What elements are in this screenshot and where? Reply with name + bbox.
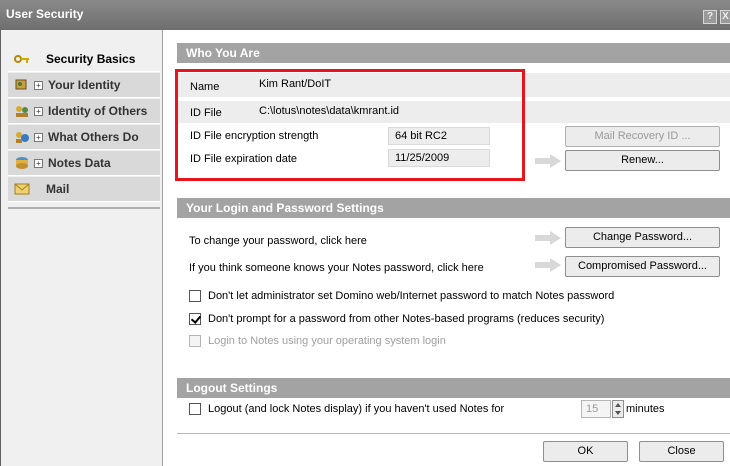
checkbox[interactable]: [189, 313, 201, 325]
window-border: [0, 30, 1, 466]
checkbox-label: Logout (and lock Notes display) if you h…: [208, 403, 505, 415]
data-icon: [14, 156, 30, 170]
arrow-right-icon: [535, 231, 561, 245]
sidebar-item-label: Security Basics: [46, 52, 136, 66]
sidebar-item-label: Notes Data: [48, 156, 111, 170]
arrow-right-icon: [535, 258, 561, 272]
window-title: User Security: [6, 7, 84, 21]
sidebar: Security Basics + Your Identity + Identi…: [8, 40, 160, 466]
people-gear-icon: [14, 130, 30, 144]
minutes-stepper[interactable]: [612, 400, 624, 418]
renew-button[interactable]: Renew...: [565, 150, 720, 171]
compromised-password-button[interactable]: Compromised Password...: [565, 256, 720, 277]
sidebar-item-notes-data[interactable]: + Notes Data: [8, 151, 160, 176]
expand-icon[interactable]: +: [34, 158, 43, 168]
sidebar-item-identity-of-others[interactable]: + Identity of Others: [8, 99, 160, 124]
expand-icon[interactable]: +: [34, 106, 43, 116]
envelope-icon: [14, 182, 30, 196]
minutes-input[interactable]: 15: [581, 400, 611, 418]
spin-arrows-icon: [615, 403, 621, 415]
sidebar-divider: [8, 207, 160, 209]
sidebar-item-label: What Others Do: [48, 130, 139, 144]
arrow-right-icon: [535, 154, 561, 168]
option-logout-idle[interactable]: Logout (and lock Notes display) if you h…: [189, 401, 504, 417]
people-icon: [14, 104, 30, 118]
checkbox-label: Don't let administrator set Domino web/I…: [208, 290, 615, 302]
compromised-password-text: If you think someone knows your Notes pa…: [189, 262, 484, 274]
close-icon[interactable]: X: [720, 10, 730, 24]
highlight-box: [175, 69, 525, 181]
sidebar-item-what-others-do[interactable]: + What Others Do: [8, 125, 160, 150]
section-header-logout: Logout Settings: [177, 378, 730, 398]
option-dont-sync-web-password[interactable]: Don't let administrator set Domino web/I…: [189, 288, 614, 304]
close-button[interactable]: Close: [639, 441, 724, 462]
checkbox: [189, 335, 201, 347]
checkbox-label: Don't prompt for a password from other N…: [208, 313, 605, 325]
checkbox-label: Login to Notes using your operating syst…: [208, 335, 446, 347]
sidebar-item-label: Identity of Others: [48, 104, 148, 118]
option-os-login: Login to Notes using your operating syst…: [189, 333, 446, 349]
section-header-who-you-are: Who You Are: [177, 43, 730, 63]
title-bar: User Security ? X: [0, 0, 730, 30]
sidebar-item-your-identity[interactable]: + Your Identity: [8, 73, 160, 98]
footer-divider: [177, 433, 730, 434]
section-header-login-password: Your Login and Password Settings: [177, 198, 730, 218]
sidebar-item-mail[interactable]: Mail: [8, 177, 160, 202]
user-security-dialog: User Security ? X Security Basics + Your…: [0, 0, 730, 466]
change-password-text: To change your password, click here: [189, 235, 367, 247]
change-password-button[interactable]: Change Password...: [565, 227, 720, 248]
mail-recovery-id-button[interactable]: Mail Recovery ID ...: [565, 126, 720, 147]
expand-icon[interactable]: +: [34, 132, 43, 142]
sidebar-item-label: Mail: [46, 182, 70, 196]
ok-button[interactable]: OK: [543, 441, 628, 462]
identity-card-icon: [14, 78, 30, 92]
checkbox[interactable]: [189, 290, 201, 302]
sidebar-item-security-basics[interactable]: Security Basics: [8, 47, 160, 72]
checkbox[interactable]: [189, 403, 201, 415]
minutes-label: minutes: [626, 403, 665, 415]
expand-icon[interactable]: +: [34, 80, 43, 90]
sidebar-item-label: Your Identity: [48, 78, 121, 92]
option-dont-prompt-password[interactable]: Don't prompt for a password from other N…: [189, 311, 604, 327]
key-icon: [14, 52, 30, 66]
help-icon[interactable]: ?: [703, 10, 717, 24]
